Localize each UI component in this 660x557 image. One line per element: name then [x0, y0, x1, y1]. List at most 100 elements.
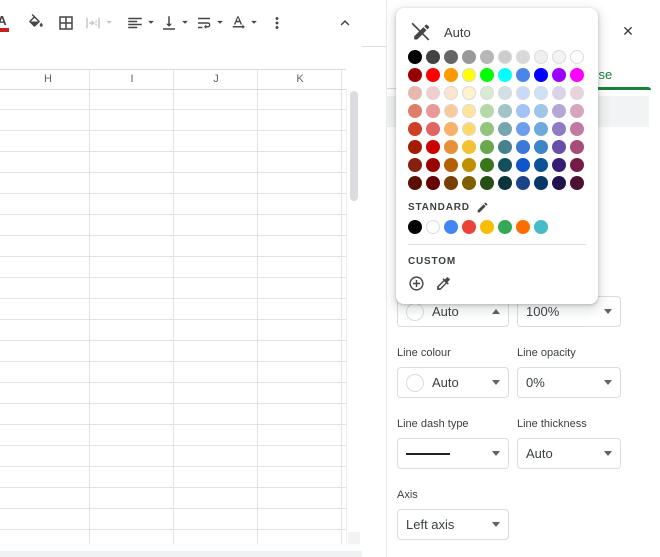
- colour-swatch[interactable]: [534, 122, 548, 136]
- colour-swatch[interactable]: [534, 140, 548, 154]
- colour-swatch[interactable]: [570, 158, 584, 172]
- colour-swatch[interactable]: [444, 122, 458, 136]
- column-header[interactable]: K: [296, 73, 303, 85]
- colour-swatch[interactable]: [570, 86, 584, 100]
- colour-swatch[interactable]: [480, 140, 494, 154]
- colour-swatch[interactable]: [408, 158, 422, 172]
- colour-swatch[interactable]: [462, 68, 476, 82]
- colour-swatch[interactable]: [480, 104, 494, 118]
- standard-colour-swatch[interactable]: [480, 220, 494, 234]
- colour-swatch[interactable]: [426, 176, 440, 190]
- standard-colour-swatch[interactable]: [408, 220, 422, 234]
- colour-swatch[interactable]: [516, 50, 530, 64]
- colour-swatch[interactable]: [444, 140, 458, 154]
- colour-swatch[interactable]: [408, 68, 422, 82]
- colour-swatch[interactable]: [444, 104, 458, 118]
- colour-swatch[interactable]: [480, 86, 494, 100]
- colour-swatch[interactable]: [516, 104, 530, 118]
- edit-pencil-icon[interactable]: [476, 201, 489, 214]
- colour-swatch[interactable]: [426, 86, 440, 100]
- colour-swatch[interactable]: [480, 68, 494, 82]
- colour-swatch[interactable]: [516, 68, 530, 82]
- text-colour-button[interactable]: A: [0, 11, 14, 35]
- colour-swatch[interactable]: [552, 140, 566, 154]
- colour-swatch[interactable]: [516, 158, 530, 172]
- colour-swatch[interactable]: [570, 104, 584, 118]
- colour-swatch[interactable]: [426, 158, 440, 172]
- colour-swatch[interactable]: [552, 122, 566, 136]
- colour-swatch[interactable]: [498, 50, 512, 64]
- colour-swatch[interactable]: [408, 140, 422, 154]
- colour-swatch[interactable]: [426, 122, 440, 136]
- colour-swatch[interactable]: [516, 122, 530, 136]
- colour-swatch[interactable]: [426, 140, 440, 154]
- colour-swatch[interactable]: [570, 122, 584, 136]
- colour-swatch[interactable]: [534, 158, 548, 172]
- colour-swatch[interactable]: [516, 176, 530, 190]
- collapse-toolbar-button[interactable]: [333, 11, 357, 35]
- line-dash-type-dropdown[interactable]: [397, 438, 509, 469]
- colour-swatch[interactable]: [552, 176, 566, 190]
- standard-colour-swatch[interactable]: [444, 220, 458, 234]
- colour-swatch[interactable]: [444, 176, 458, 190]
- eyedropper-icon[interactable]: [435, 275, 452, 292]
- colour-swatch[interactable]: [462, 86, 476, 100]
- colour-swatch[interactable]: [462, 122, 476, 136]
- colour-swatch[interactable]: [426, 50, 440, 64]
- colour-swatch[interactable]: [408, 50, 422, 64]
- colour-swatch[interactable]: [552, 104, 566, 118]
- colour-swatch[interactable]: [480, 50, 494, 64]
- colour-swatch[interactable]: [480, 158, 494, 172]
- colour-swatch[interactable]: [480, 176, 494, 190]
- colour-swatch[interactable]: [498, 86, 512, 100]
- close-icon[interactable]: ✕: [618, 21, 638, 41]
- vertical-align-caret[interactable]: [178, 15, 192, 29]
- more-options-button[interactable]: [265, 11, 289, 35]
- colour-swatch[interactable]: [498, 140, 512, 154]
- axis-dropdown[interactable]: Left axis: [397, 509, 509, 540]
- sheet-grid[interactable]: [0, 89, 346, 544]
- colour-swatch[interactable]: [552, 86, 566, 100]
- colour-swatch[interactable]: [408, 86, 422, 100]
- colour-swatch[interactable]: [516, 86, 530, 100]
- colour-swatch[interactable]: [462, 104, 476, 118]
- standard-colour-swatch[interactable]: [498, 220, 512, 234]
- colour-swatch[interactable]: [426, 68, 440, 82]
- column-header[interactable]: H: [44, 73, 52, 85]
- text-wrapping-caret[interactable]: [213, 15, 227, 29]
- column-header[interactable]: J: [213, 73, 219, 85]
- colour-swatch[interactable]: [408, 104, 422, 118]
- colour-swatch[interactable]: [570, 68, 584, 82]
- colour-swatch[interactable]: [570, 140, 584, 154]
- colour-swatch[interactable]: [498, 176, 512, 190]
- colour-swatch[interactable]: [534, 68, 548, 82]
- standard-colour-swatch[interactable]: [426, 220, 440, 234]
- colour-swatch[interactable]: [534, 50, 548, 64]
- line-colour-dropdown[interactable]: Auto: [397, 367, 509, 398]
- horizontal-align-caret[interactable]: [144, 15, 158, 29]
- colour-swatch[interactable]: [462, 158, 476, 172]
- colour-swatch[interactable]: [444, 68, 458, 82]
- vertical-scrollbar[interactable]: [346, 89, 361, 544]
- colour-swatch[interactable]: [552, 158, 566, 172]
- column-header[interactable]: I: [130, 73, 133, 85]
- colour-swatch[interactable]: [462, 140, 476, 154]
- merge-cells-caret[interactable]: [102, 15, 116, 29]
- colour-swatch[interactable]: [444, 158, 458, 172]
- colour-swatch[interactable]: [462, 176, 476, 190]
- fill-colour-button[interactable]: [24, 11, 48, 35]
- line-thickness-dropdown[interactable]: Auto: [517, 438, 621, 469]
- colour-swatch[interactable]: [534, 104, 548, 118]
- colour-swatch[interactable]: [444, 50, 458, 64]
- colour-swatch[interactable]: [498, 158, 512, 172]
- colour-swatch[interactable]: [552, 50, 566, 64]
- line-opacity-dropdown[interactable]: 0%: [517, 367, 621, 398]
- colour-swatch[interactable]: [534, 176, 548, 190]
- add-custom-colour-icon[interactable]: [408, 275, 425, 292]
- colour-swatch[interactable]: [516, 140, 530, 154]
- no-colour-option[interactable]: Auto: [410, 20, 586, 44]
- standard-colour-swatch[interactable]: [534, 220, 548, 234]
- colour-swatch[interactable]: [426, 104, 440, 118]
- colour-swatch[interactable]: [498, 68, 512, 82]
- standard-colour-swatch[interactable]: [462, 220, 476, 234]
